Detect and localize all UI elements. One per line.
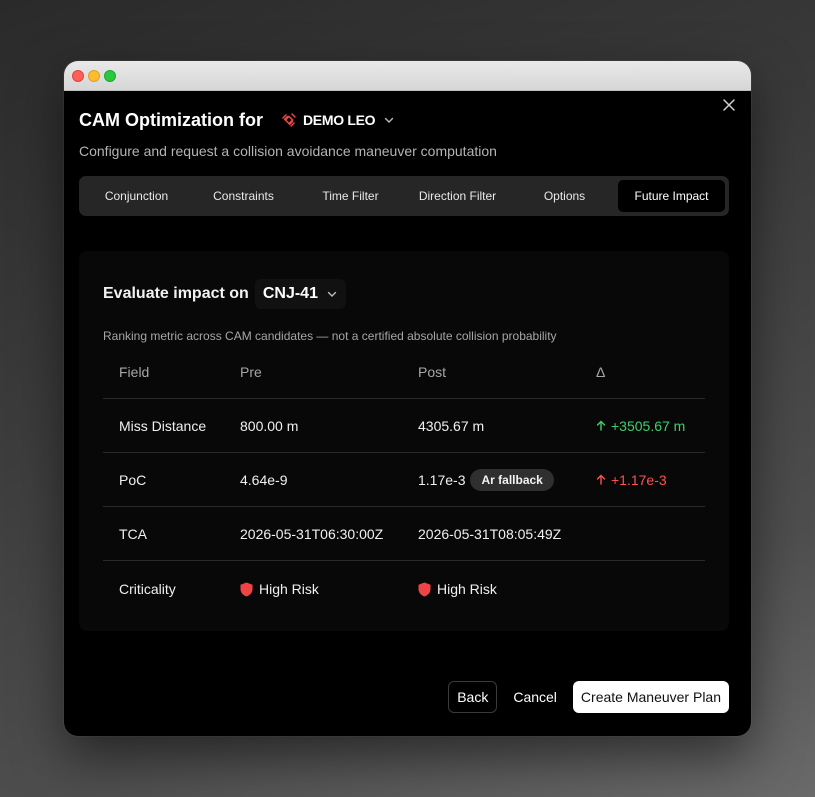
chevron-down-icon bbox=[327, 291, 337, 297]
post-cell: 4305.67 m bbox=[418, 418, 596, 434]
risk-indicator: High Risk bbox=[240, 581, 418, 597]
window-maximize-dot[interactable] bbox=[104, 70, 116, 82]
dialog-title: CAM Optimization for bbox=[79, 109, 263, 130]
back-button[interactable]: Back bbox=[448, 681, 498, 713]
header-pre: Pre bbox=[240, 363, 262, 380]
shield-icon bbox=[240, 582, 253, 596]
delta-value: +1.17e-3 bbox=[611, 471, 667, 488]
delta-cell: +3505.67 m bbox=[596, 418, 705, 434]
post-cell: 2026-05-31T08:05:49Z bbox=[418, 526, 596, 542]
post-cell: 1.17e-3 Ar fallback bbox=[418, 468, 596, 491]
window-titlebar bbox=[64, 61, 751, 91]
field-cell: TCA bbox=[119, 525, 147, 542]
delta-cell: +1.17e-3 bbox=[596, 472, 705, 488]
tab-direction-filter[interactable]: Direction Filter bbox=[404, 180, 511, 212]
arrow-up-icon bbox=[596, 420, 606, 431]
satellite-icon bbox=[282, 113, 296, 127]
post-value: 2026-05-31T08:05:49Z bbox=[418, 525, 562, 542]
pre-cell: 4.64e-9 bbox=[240, 471, 288, 488]
close-icon[interactable] bbox=[723, 99, 735, 111]
dialog-footer: Back Cancel Create Maneuver Plan bbox=[448, 681, 729, 713]
header-delta: Δ bbox=[596, 363, 606, 380]
create-maneuver-plan-button[interactable]: Create Maneuver Plan bbox=[572, 681, 729, 713]
tab-conjunction[interactable]: Conjunction bbox=[83, 180, 190, 212]
conjunction-name: CNJ-41 bbox=[262, 285, 318, 302]
post-value: 4305.67 m bbox=[418, 417, 485, 434]
pre-cell: 2026-05-31T06:30:00Z bbox=[240, 525, 384, 542]
post-cell: High Risk bbox=[418, 581, 596, 597]
evaluate-impact-label: Evaluate impact on bbox=[103, 285, 249, 302]
risk-label: High Risk bbox=[259, 581, 319, 597]
risk-label: High Risk bbox=[437, 581, 497, 597]
satellite-name: DEMO LEO bbox=[302, 112, 376, 128]
post-value: 1.17e-3 bbox=[418, 471, 466, 488]
shield-icon bbox=[418, 582, 431, 596]
table-row: PoC 4.64e-9 1.17e-3 Ar fallback +1.17e-3 bbox=[103, 453, 705, 507]
window-close-dot[interactable] bbox=[72, 70, 84, 82]
header-post: Post bbox=[418, 363, 447, 380]
field-cell: Miss Distance bbox=[119, 417, 207, 434]
dialog-header: CAM Optimization for DEMO LEO bbox=[79, 109, 401, 131]
table-header-row: Field Pre Post Δ bbox=[103, 345, 705, 399]
window-minimize-dot[interactable] bbox=[88, 70, 100, 82]
table-row: TCA 2026-05-31T06:30:00Z 2026-05-31T08:0… bbox=[103, 507, 705, 561]
impact-table: Field Pre Post Δ Miss Distance 800.00 m … bbox=[103, 345, 705, 617]
tab-bar: Conjunction Constraints Time Filter Dire… bbox=[79, 176, 729, 216]
tab-constraints[interactable]: Constraints bbox=[190, 180, 297, 212]
delta-value: +3505.67 m bbox=[611, 417, 686, 434]
field-cell: PoC bbox=[119, 471, 147, 488]
table-row: Criticality High Risk High Risk bbox=[103, 561, 705, 617]
arrow-up-icon bbox=[596, 474, 606, 485]
header-field: Field bbox=[119, 363, 150, 380]
chevron-down-icon bbox=[385, 117, 394, 123]
table-row: Miss Distance 800.00 m 4305.67 m +3505.6… bbox=[103, 399, 705, 453]
pre-cell: High Risk bbox=[240, 581, 418, 597]
tab-time-filter[interactable]: Time Filter bbox=[297, 180, 404, 212]
future-impact-panel: Evaluate impact on CNJ-41 Ranking metric… bbox=[79, 251, 729, 631]
pre-cell: 800.00 m bbox=[240, 417, 299, 434]
conjunction-select[interactable]: CNJ-41 bbox=[254, 279, 346, 309]
tab-future-impact[interactable]: Future Impact bbox=[618, 180, 725, 212]
dialog-subtitle: Configure and request a collision avoida… bbox=[79, 143, 497, 159]
ranking-note: Ranking metric across CAM candidates — n… bbox=[103, 329, 557, 343]
cancel-button[interactable]: Cancel bbox=[505, 681, 565, 713]
field-cell: Criticality bbox=[119, 581, 176, 597]
satellite-select[interactable]: DEMO LEO bbox=[275, 110, 401, 130]
fallback-badge: Ar fallback bbox=[470, 468, 554, 491]
tab-options[interactable]: Options bbox=[511, 180, 618, 212]
cam-dialog-window: CAM Optimization for DEMO LEO Configure … bbox=[64, 61, 751, 736]
evaluate-impact-row: Evaluate impact on CNJ-41 bbox=[103, 279, 346, 309]
risk-indicator: High Risk bbox=[418, 581, 497, 597]
